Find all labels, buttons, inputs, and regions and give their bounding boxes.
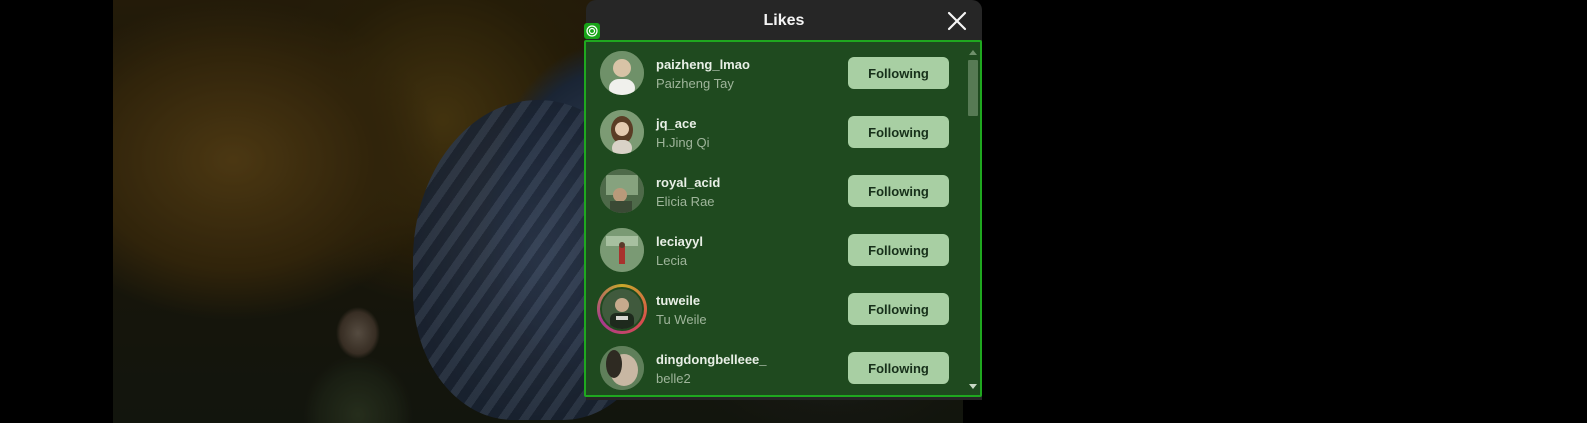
dialog-header: Likes: [586, 0, 982, 42]
following-button[interactable]: Following: [848, 234, 949, 266]
following-button[interactable]: Following: [848, 293, 949, 325]
avatar[interactable]: [600, 169, 644, 213]
list-item[interactable]: dingdongbelleee_ belle2 Following: [600, 346, 950, 395]
full-name: belle2: [656, 371, 691, 386]
close-icon: [947, 11, 967, 31]
avatar[interactable]: [600, 110, 644, 154]
focus-target-icon: [584, 23, 600, 39]
avatar[interactable]: [600, 51, 644, 95]
avatar[interactable]: [600, 228, 644, 272]
avatar-story-ring[interactable]: [597, 284, 647, 334]
list-item[interactable]: royal_acid Elicia Rae Following: [600, 169, 950, 228]
username[interactable]: tuweile: [656, 293, 700, 308]
avatar[interactable]: [600, 346, 644, 390]
full-name: Tu Weile: [656, 312, 707, 327]
list-item[interactable]: tuweile Tu Weile Following: [597, 284, 950, 346]
full-name: Lecia: [656, 253, 688, 268]
likes-dialog: Likes paizheng_lmao Paizheng Tay Followi…: [584, 0, 982, 400]
scroll-down-arrow-icon[interactable]: [969, 384, 977, 389]
scroll-thumb[interactable]: [968, 60, 978, 116]
close-button[interactable]: [946, 10, 968, 32]
following-button[interactable]: Following: [848, 352, 949, 384]
scroll-up-arrow-icon[interactable]: [969, 50, 977, 55]
username[interactable]: paizheng_lmao: [656, 57, 750, 72]
following-button[interactable]: Following: [848, 175, 949, 207]
following-button[interactable]: Following: [848, 57, 949, 89]
likes-list[interactable]: paizheng_lmao Paizheng Tay Following jq_…: [584, 40, 982, 397]
full-name: H.Jing Qi: [656, 135, 710, 150]
username[interactable]: royal_acid: [656, 175, 720, 190]
list-item[interactable]: leciayyl Lecia Following: [600, 228, 950, 287]
username[interactable]: jq_ace: [656, 116, 696, 131]
following-button[interactable]: Following: [848, 116, 949, 148]
scrollbar[interactable]: [966, 44, 980, 395]
list-item[interactable]: paizheng_lmao Paizheng Tay Following: [600, 51, 950, 110]
dialog-title: Likes: [763, 12, 805, 29]
username[interactable]: leciayyl: [656, 234, 703, 249]
full-name: Elicia Rae: [656, 194, 715, 209]
full-name: Paizheng Tay: [656, 76, 734, 91]
list-item[interactable]: jq_ace H.Jing Qi Following: [600, 110, 950, 169]
username[interactable]: dingdongbelleee_: [656, 352, 767, 367]
